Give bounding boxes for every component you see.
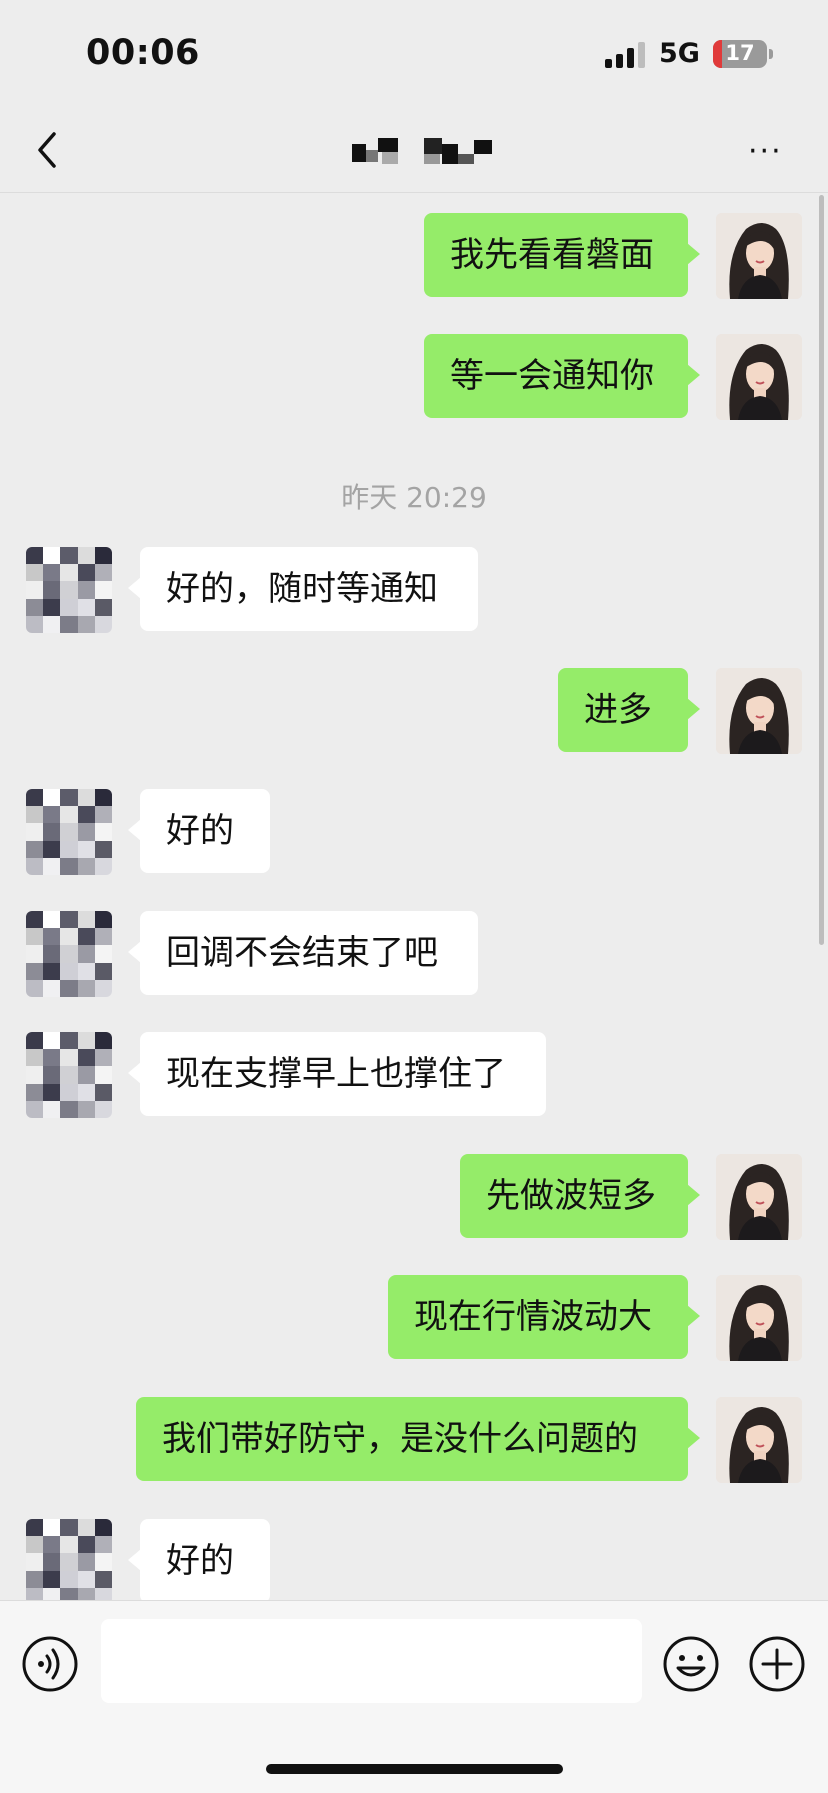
voice-icon[interactable]	[20, 1634, 80, 1694]
received-message-bubble[interactable]: 好的	[128, 789, 270, 873]
received-message-bubble[interactable]: 现在支撑早上也撑住了	[128, 1032, 546, 1116]
message-row-sent: 我先看看磐面	[0, 213, 828, 303]
message-row-received: 好的，随时等通知	[0, 547, 828, 637]
sent-message-bubble[interactable]: 现在行情波动大	[388, 1275, 700, 1359]
chevron-left-icon[interactable]	[30, 130, 70, 170]
message-row-sent: 等一会通知你	[0, 334, 828, 424]
battery-icon: 17	[713, 40, 767, 68]
plus-icon[interactable]	[747, 1634, 807, 1694]
my-avatar[interactable]	[716, 668, 802, 754]
message-row-sent: 现在行情波动大	[0, 1275, 828, 1365]
contact-avatar[interactable]	[26, 911, 112, 997]
home-indicator	[266, 1764, 563, 1774]
sent-message-bubble[interactable]: 等一会通知你	[424, 334, 700, 418]
message-row-sent: 先做波短多	[0, 1154, 828, 1244]
scrollbar[interactable]	[819, 195, 824, 945]
more-dots-icon[interactable]: ···	[748, 134, 783, 169]
received-message-bubble[interactable]: 好的，随时等通知	[128, 547, 478, 631]
my-avatar[interactable]	[716, 1275, 802, 1361]
status-bar: 00:06 5G 17	[0, 0, 828, 110]
message-row-received: 现在支撑早上也撑住了	[0, 1032, 828, 1122]
battery-tip	[769, 49, 773, 59]
message-row-sent: 我们带好防守，是没什么问题的	[0, 1397, 828, 1487]
contact-avatar[interactable]	[26, 1032, 112, 1118]
received-message-bubble[interactable]: 回调不会结束了吧	[128, 911, 478, 995]
battery-level: 17	[725, 41, 755, 65]
message-row-received: 回调不会结束了吧	[0, 911, 828, 1001]
message-timestamp: 昨天 20:29	[341, 481, 487, 514]
message-input[interactable]	[101, 1619, 642, 1703]
sent-message-bubble[interactable]: 我先看看磐面	[424, 213, 700, 297]
message-row-received: 好的	[0, 1519, 828, 1600]
contact-avatar[interactable]	[26, 547, 112, 633]
message-row-received: 好的	[0, 789, 828, 879]
sent-message-bubble[interactable]: 进多	[558, 668, 700, 752]
status-time: 00:06	[86, 33, 200, 73]
signal-icon	[605, 42, 645, 68]
contact-avatar[interactable]	[26, 789, 112, 875]
sent-message-bubble[interactable]: 先做波短多	[460, 1154, 700, 1238]
chat-header: ···	[0, 110, 828, 193]
my-avatar[interactable]	[716, 1154, 802, 1240]
contact-avatar[interactable]	[26, 1519, 112, 1600]
message-list[interactable]: 我先看看磐面 等一会通知你 昨天 20:29 好的，随时等通知 进多 好的 回调不会结束了吧…	[0, 193, 828, 1600]
message-row-sent: 进多	[0, 668, 828, 758]
my-avatar[interactable]	[716, 334, 802, 420]
my-avatar[interactable]	[716, 213, 802, 299]
network-type: 5G	[659, 38, 700, 69]
my-avatar[interactable]	[716, 1397, 802, 1483]
sent-message-bubble[interactable]: 我们带好防守，是没什么问题的	[136, 1397, 700, 1481]
received-message-bubble[interactable]: 好的	[128, 1519, 270, 1600]
emoji-icon[interactable]	[661, 1634, 721, 1694]
chat-title-redacted	[352, 138, 512, 168]
input-bar	[0, 1600, 828, 1793]
